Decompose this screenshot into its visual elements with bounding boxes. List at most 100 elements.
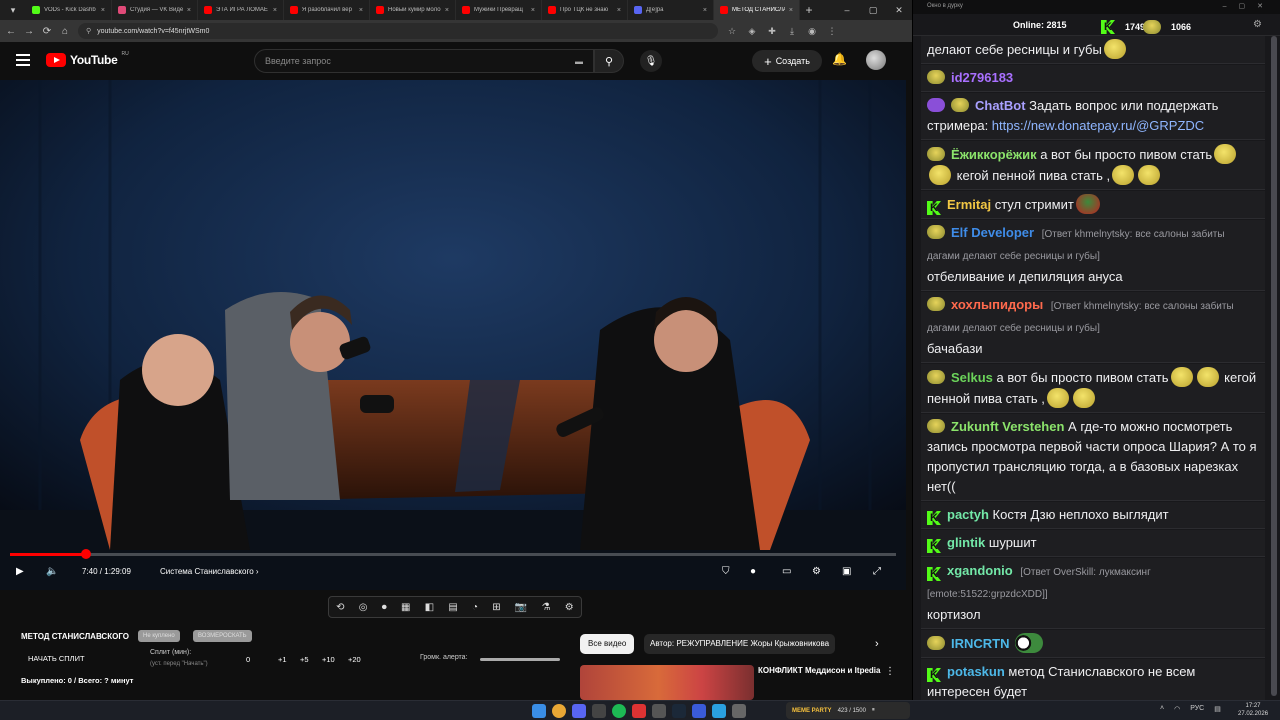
alert-volume-slider[interactable] — [480, 658, 560, 661]
subtitles-icon[interactable]: ▭ — [782, 566, 791, 577]
folder-icon[interactable] — [732, 704, 746, 718]
play-icon[interactable]: ▶ — [16, 566, 24, 577]
tray-chevron-icon[interactable]: ˄ — [1160, 705, 1164, 713]
add-10-button[interactable]: +10 — [322, 655, 335, 664]
tab-close-icon[interactable]: × — [101, 7, 105, 14]
chat-username[interactable]: Elf Developer — [951, 225, 1034, 240]
browser-tab[interactable]: Я разоблачил вер × — [284, 0, 370, 20]
rec-thumbnail[interactable] — [580, 665, 754, 700]
close-window-icon[interactable]: ✕ — [886, 5, 912, 16]
url-field[interactable]: ⚲ youtube.com/watch?v=f45nrjtWSm0 — [78, 23, 718, 39]
media-pause-icon[interactable]: ⏸ — [872, 707, 875, 714]
downloads-icon[interactable]: ⤓ — [786, 26, 798, 37]
start-split-button[interactable]: НАЧАТЬ СПЛИТ — [28, 654, 85, 663]
settings-gear-icon[interactable]: ⚙ — [812, 566, 821, 577]
bookmark-star-icon[interactable]: ☆ — [726, 26, 738, 37]
chat-username[interactable]: Ёжиккорёжик — [951, 147, 1037, 162]
chat-username[interactable]: potaskun — [947, 664, 1005, 679]
notification-icon[interactable]: ▤ — [1214, 705, 1221, 713]
window-controls[interactable]: –▢✕ — [1223, 2, 1275, 10]
reload-icon[interactable]: ⟳ — [42, 26, 52, 37]
browser-tab[interactable]: Д[е]ра × — [628, 0, 714, 20]
wifi-icon[interactable]: ◠ — [1174, 705, 1180, 713]
user-avatar[interactable] — [866, 50, 886, 70]
browser-tab[interactable]: Про ТЦК не знаю × — [542, 0, 628, 20]
browser-menu-icon[interactable]: ⋮ — [826, 26, 838, 37]
toolbar-settings-icon[interactable]: ⚙ — [565, 602, 574, 613]
clock[interactable]: 17:27 27.02.2026 — [1238, 702, 1268, 718]
sponsorblock-icon[interactable]: ⛉ — [722, 566, 730, 577]
browser-tab[interactable]: МЕТОД СТАНИСЛА × — [714, 0, 800, 20]
browser-tab[interactable]: Мужики Превращ × — [456, 0, 542, 20]
discord-icon[interactable] — [572, 704, 586, 718]
notifications-bell-icon[interactable]: 🔔 — [832, 52, 847, 66]
create-button[interactable]: + Создать — [752, 50, 822, 72]
loop-icon[interactable]: ⟲ — [336, 602, 344, 613]
terminal-icon[interactable] — [652, 704, 666, 718]
minimize-icon[interactable]: – — [834, 5, 860, 15]
tab-close-icon[interactable]: × — [445, 7, 449, 14]
chip-next-icon[interactable]: › — [875, 638, 879, 650]
keyboard-icon[interactable]: ▬ — [575, 57, 583, 66]
chat-username[interactable]: IRNCRTN — [951, 636, 1010, 651]
obs-icon[interactable] — [632, 704, 646, 718]
site-info-icon[interactable]: ⚲ — [86, 27, 91, 35]
chat-link[interactable]: https://new.donatepay.ru/@GRPZDC — [992, 118, 1204, 133]
progress-scrubber[interactable] — [81, 549, 92, 559]
chip-all-videos[interactable]: Все видео — [580, 634, 635, 654]
mini-player-icon[interactable]: ▤ — [448, 602, 457, 613]
screenshot-camera-icon[interactable]: 📷 — [515, 602, 527, 613]
add-5-button[interactable]: +5 — [300, 655, 309, 664]
chat-settings-icon[interactable]: ⚙ — [1253, 19, 1262, 30]
chip-author[interactable]: Автор: РЕЖУПРАВЛЕНИЕ Жоры Крыжовникова — [644, 634, 836, 654]
maximize-icon[interactable]: ▢ — [860, 5, 886, 16]
add-1-button[interactable]: +1 — [278, 655, 287, 664]
chat-username[interactable]: pactyh — [947, 507, 989, 522]
chat-username[interactable]: хохлыпидоры — [951, 297, 1043, 312]
profile-icon[interactable]: ◉ — [806, 26, 818, 37]
chat-username[interactable]: Selkus — [951, 370, 993, 385]
chapter-title[interactable]: Система Станиславского › — [160, 567, 259, 576]
fullscreen-icon[interactable]: ⤢ — [873, 566, 881, 577]
chat-username[interactable]: glintik — [947, 535, 985, 550]
record-icon[interactable]: ⏺ — [382, 602, 387, 613]
split-value[interactable]: 0 — [246, 655, 250, 664]
theater-mode-icon[interactable]: ▣ — [842, 566, 851, 577]
chat-username[interactable]: ChatBot — [975, 98, 1026, 113]
chrome-icon[interactable] — [552, 704, 566, 718]
rec-more-icon[interactable]: ⋮ — [885, 666, 895, 677]
picture-in-picture-icon[interactable]: ◧ — [425, 602, 434, 613]
home-icon[interactable]: ⌂ — [60, 26, 70, 37]
browser-tab[interactable]: Новый кумир моло × — [370, 0, 456, 20]
film-icon[interactable]: ▦ — [401, 602, 410, 613]
spotify-icon[interactable] — [612, 704, 626, 718]
add-screen-icon[interactable]: ⊞ — [492, 602, 500, 613]
language-label[interactable]: РУС — [1190, 705, 1204, 713]
browser-tab[interactable]: ЭТА ИГРА ЛОМАЕ × — [198, 0, 284, 20]
tab-close-icon[interactable]: × — [703, 7, 707, 14]
chat-scrollbar[interactable] — [1271, 36, 1277, 696]
video-player[interactable]: ▶ 🔈 7:40 / 1:29:09 Система Станиславског… — [0, 80, 906, 590]
chat-username[interactable]: Zukunft Verstehen — [951, 419, 1064, 434]
volume-icon[interactable]: 🔈 — [46, 566, 58, 577]
search-button[interactable]: ⚲ — [594, 49, 624, 73]
browser-tab[interactable]: Студия — VK Видео × — [112, 0, 198, 20]
new-tab-icon[interactable]: + — [800, 3, 818, 17]
tab-close-icon[interactable]: × — [531, 7, 535, 14]
telegram-icon[interactable] — [712, 704, 726, 718]
media-player-icon[interactable] — [692, 704, 706, 718]
tab-close-icon[interactable]: × — [789, 7, 793, 14]
autoplay-toggle-icon[interactable]: ● — [750, 566, 756, 577]
tab-close-icon[interactable]: × — [617, 7, 621, 14]
steam-icon[interactable] — [672, 704, 686, 718]
youtube-logo[interactable]: YouTube RU — [46, 51, 129, 67]
tab-close-icon[interactable]: × — [187, 7, 191, 14]
start-icon[interactable] — [532, 704, 546, 718]
tab-search-icon[interactable]: ▾ — [0, 5, 26, 16]
search-input[interactable]: Введите запрос ▬ — [254, 49, 594, 73]
speed-icon[interactable]: ◔ — [472, 602, 478, 613]
chat-username[interactable]: id2796183 — [951, 70, 1013, 85]
media-widget[interactable]: MEME PARTY 423 / 1500 ⏸ — [786, 702, 910, 719]
forward-icon[interactable]: → — [24, 26, 34, 37]
chat-username[interactable]: Ermitaj — [947, 197, 991, 212]
